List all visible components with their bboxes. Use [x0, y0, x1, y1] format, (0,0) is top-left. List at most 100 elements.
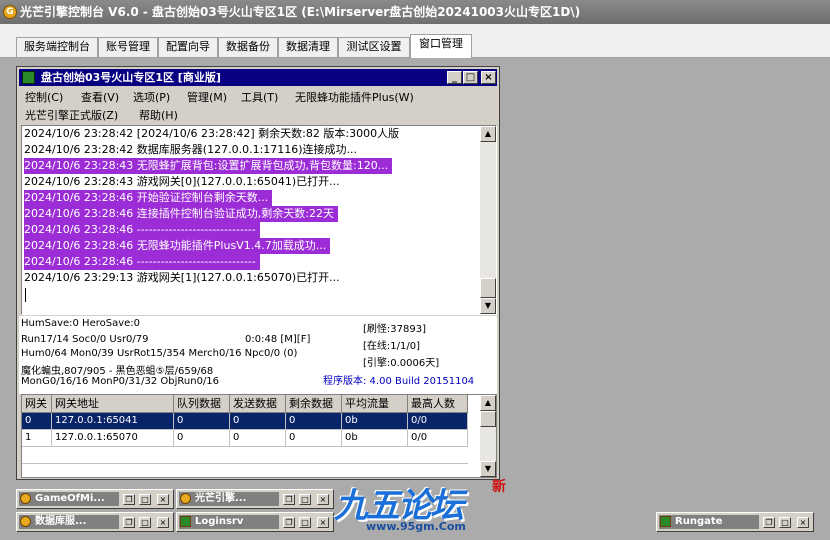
maximize-button[interactable]: □	[299, 494, 311, 505]
table-scrollbar[interactable]: ▲ ▼	[480, 395, 496, 477]
column-header[interactable]: 最高人数	[408, 395, 468, 413]
stats-hum: Hum0/64 Mon0/39 UsrRot15/354 Merch0/16 N…	[21, 348, 298, 359]
watermark-new-badge: 新	[492, 479, 506, 495]
minimize-button[interactable]: _	[447, 71, 462, 84]
log-line-highlighted: 2024/10/6 23:28:46 开始验证控制台剩余天数...	[24, 190, 273, 206]
maximize-button[interactable]: □	[299, 517, 311, 528]
column-header[interactable]: 发送数据	[230, 395, 286, 413]
app-title: 光芒引擎控制台 V6.0 - 盘古创始03号火山专区1区 (E:\Mirserv…	[20, 5, 581, 19]
close-button[interactable]: ×	[481, 71, 496, 84]
menu-manage[interactable]: 管理(M)	[187, 89, 227, 105]
app-icon	[180, 493, 191, 504]
scroll-down-button[interactable]: ▼	[480, 461, 496, 477]
restore-button[interactable]: ❐	[123, 494, 135, 505]
maximize-button[interactable]: □	[779, 517, 791, 528]
app-icon	[20, 516, 31, 527]
maximize-button[interactable]: □	[139, 494, 151, 505]
table-cell: 0/0	[408, 430, 468, 447]
log-line: 2024/10/6 23:28:42 数据库服务器(127.0.0.1:1711…	[24, 143, 358, 156]
table-cell: 0	[174, 430, 230, 447]
tab-data-cleanup[interactable]: 数据清理	[278, 37, 338, 57]
program-version: 程序版本: 4.00 Build 20151104	[323, 376, 475, 387]
table-cell: 127.0.0.1:65041	[52, 413, 174, 430]
stats-save: HumSave:0 HeroSave:0	[21, 318, 141, 329]
log-scrollbar[interactable]: ▲ ▼	[480, 126, 496, 314]
tab-account-management[interactable]: 账号管理	[98, 37, 158, 57]
scroll-up-button[interactable]: ▲	[480, 395, 496, 411]
table-cell: 0	[286, 413, 342, 430]
menu-control[interactable]: 控制(C)	[25, 89, 63, 105]
tab-window-management[interactable]: 窗口管理	[410, 34, 472, 58]
scroll-up-button[interactable]: ▲	[480, 126, 496, 142]
close-button[interactable]: ×	[317, 517, 329, 528]
minimized-window-gameofmir[interactable]: GameOfMi... ❐ □ ×	[16, 489, 174, 509]
table-row-empty	[22, 447, 468, 464]
log-output[interactable]: 2024/10/6 23:28:42 [2024/10/6 23:28:42] …	[21, 125, 497, 315]
stats-run: Run17/14 Soc0/0 Usr0/79	[21, 334, 149, 345]
stats-engine: [引擎:0.0006天]	[363, 358, 440, 369]
restore-button[interactable]: ❐	[283, 517, 295, 528]
menu-help[interactable]: 帮助(H)	[139, 107, 178, 123]
gateway-table: 网关 网关地址 队列数据 发送数据 剩余数据 平均流量 最高人数 0 127.0…	[21, 394, 497, 478]
close-button[interactable]: ×	[157, 494, 169, 505]
minimized-window-rungate[interactable]: Rungate ❐ □ ×	[656, 512, 814, 532]
menu-view[interactable]: 查看(V)	[81, 89, 119, 105]
maximize-button[interactable]: □	[139, 517, 151, 528]
scroll-thumb[interactable]	[480, 278, 496, 298]
stats-online: [在线:1/1/0]	[363, 341, 420, 352]
watermark-url: www.95gm.Com	[366, 520, 466, 533]
mdi-window-main: 盘古创始03号火山专区1区 [商业版] _ □ × 控制(C) 查看(V) 选项…	[16, 66, 500, 480]
table-cell: 0	[22, 413, 52, 430]
restore-button[interactable]: ❐	[763, 517, 775, 528]
log-line-highlighted: 2024/10/6 23:28:46 无限蜂功能插件PlusV1.4.7加载成功…	[24, 238, 331, 254]
text-cursor	[25, 288, 26, 302]
log-line: 2024/10/6 23:29:13 游戏网关[1](127.0.0.1:650…	[24, 271, 340, 284]
restore-button[interactable]: ❐	[123, 517, 135, 528]
table-cell: 0	[286, 430, 342, 447]
minimized-title: 数据库服...	[19, 515, 119, 529]
minimized-title: Loginsrv	[179, 515, 279, 529]
log-line: 2024/10/6 23:28:42 [2024/10/6 23:28:42] …	[24, 127, 400, 140]
minimized-window-loginsrv[interactable]: Loginsrv ❐ □ ×	[176, 512, 334, 532]
maximize-button[interactable]: □	[463, 71, 478, 84]
close-button[interactable]: ×	[317, 494, 329, 505]
scroll-down-button[interactable]: ▼	[480, 298, 496, 314]
table-cell: 127.0.0.1:65070	[52, 430, 174, 447]
mdi-title: 盘古创始03号火山专区1区 [商业版]	[41, 71, 221, 84]
table-cell: 1	[22, 430, 52, 447]
close-button[interactable]: ×	[797, 517, 809, 528]
restore-button[interactable]: ❐	[283, 494, 295, 505]
log-line: 2024/10/6 23:28:43 游戏网关[0](127.0.0.1:650…	[24, 175, 340, 188]
column-header[interactable]: 剩余数据	[286, 395, 342, 413]
minimized-title: GameOfMi...	[19, 492, 119, 506]
column-header[interactable]: 平均流量	[342, 395, 408, 413]
minimized-window-database[interactable]: 数据库服... ❐ □ ×	[16, 512, 174, 532]
menu-tools[interactable]: 工具(T)	[241, 89, 278, 105]
menu-engine-official[interactable]: 光芒引擎正式版(Z)	[25, 107, 118, 123]
column-header[interactable]: 队列数据	[174, 395, 230, 413]
minimized-title: 光芒引擎...	[179, 492, 279, 506]
menu-plugin-plus[interactable]: 无限蜂功能插件Plus(W)	[295, 89, 414, 105]
mdi-app-icon	[22, 71, 35, 84]
log-line-highlighted: 2024/10/6 23:28:43 无限蜂扩展背包:设置扩展背包成功,背包数量…	[24, 158, 393, 174]
scroll-thumb[interactable]	[480, 411, 496, 427]
mdi-title-bar[interactable]: 盘古创始03号火山专区1区 [商业版]	[19, 69, 497, 86]
stats-mong: MonG0/16/16 MonP0/31/32 ObjRun0/16	[21, 376, 220, 387]
table-cell: 0b	[342, 413, 408, 430]
menu-options[interactable]: 选项(P)	[133, 89, 170, 105]
tab-config-wizard[interactable]: 配置向导	[158, 37, 218, 57]
column-header[interactable]: 网关	[22, 395, 52, 413]
app-title-bar: 光芒引擎控制台 V6.0 - 盘古创始03号火山专区1区 (E:\Mirserv…	[0, 0, 830, 24]
column-header[interactable]: 网关地址	[52, 395, 174, 413]
minimized-window-engine[interactable]: 光芒引擎... ❐ □ ×	[176, 489, 334, 509]
tab-server-console[interactable]: 服务端控制台	[16, 37, 98, 57]
stats-uptime: 0:0:48 [M][F]	[245, 334, 311, 345]
tab-test-zone-settings[interactable]: 测试区设置	[338, 37, 410, 57]
table-cell: 0/0	[408, 413, 468, 430]
table-cell: 0	[230, 430, 286, 447]
tab-data-backup[interactable]: 数据备份	[218, 37, 278, 57]
close-button[interactable]: ×	[157, 517, 169, 528]
table-cell: 0	[230, 413, 286, 430]
app-logo-icon: G	[3, 5, 17, 19]
tab-strip: 服务端控制台 账号管理 配置向导 数据备份 数据清理 测试区设置 窗口管理	[0, 24, 830, 58]
